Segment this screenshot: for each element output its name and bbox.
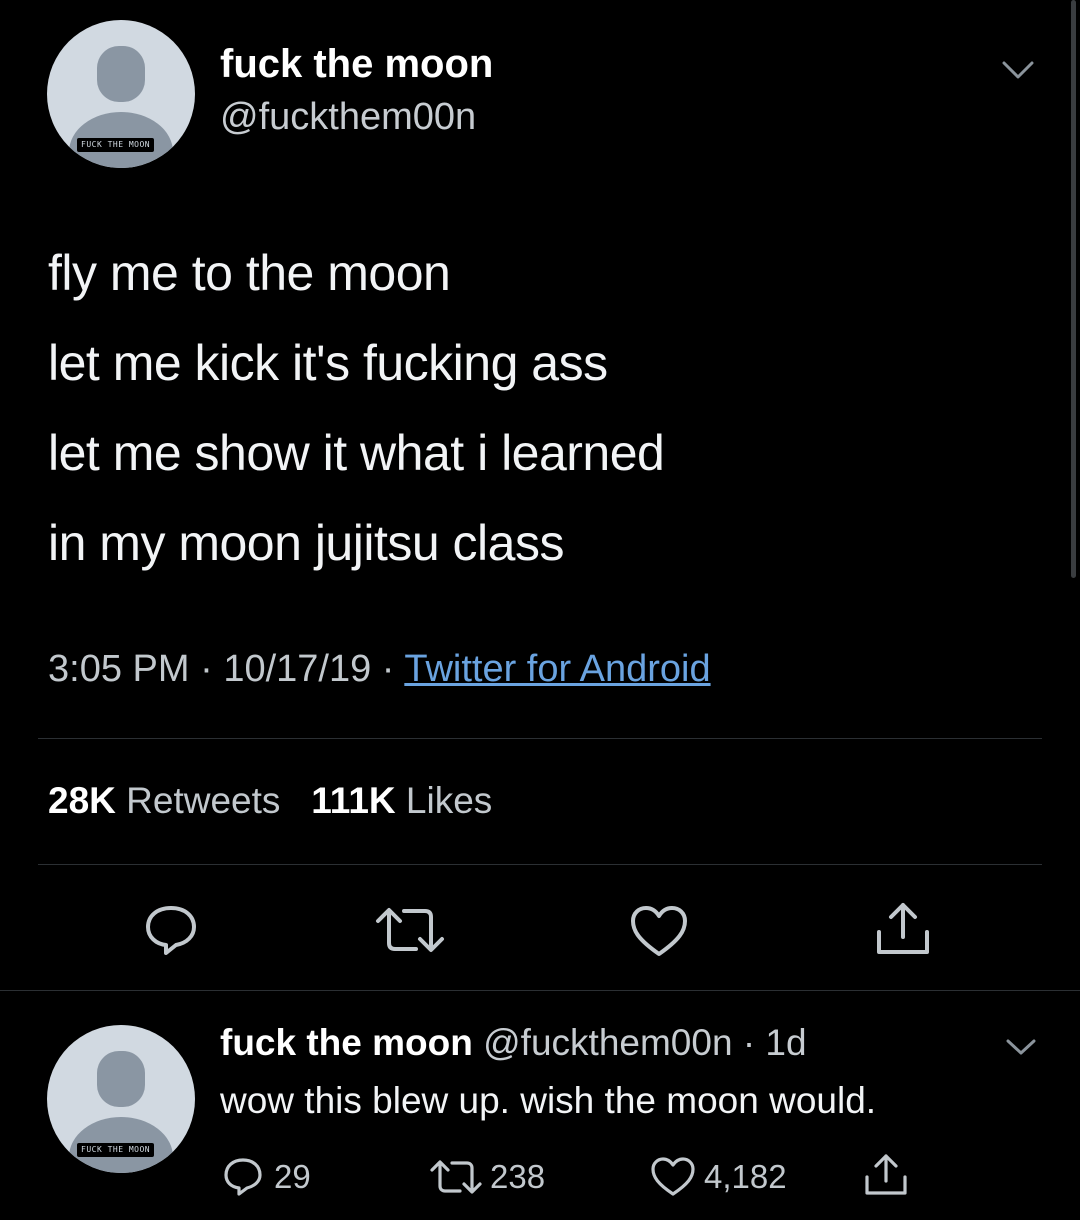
divider bbox=[38, 864, 1042, 865]
reply-author-avatar[interactable]: FUCK THE MOON bbox=[47, 1025, 195, 1173]
author-handle[interactable]: @fuckthem00n bbox=[220, 96, 476, 139]
reply-header: fuck the moon @fuckthem00n · 1d bbox=[220, 1022, 807, 1064]
meta-separator: · bbox=[381, 648, 395, 690]
likes-stat[interactable]: 111K Likes bbox=[311, 780, 492, 821]
tweet-text-line: fly me to the moon bbox=[48, 245, 451, 301]
divider bbox=[0, 990, 1080, 991]
retweet-icon[interactable] bbox=[372, 905, 448, 955]
reply-icon[interactable] bbox=[142, 902, 200, 958]
likes-count: 111K bbox=[311, 780, 396, 821]
tweet-time: 3:05 PM bbox=[48, 648, 190, 690]
reply-text: wow this blew up. wish the moon would. bbox=[220, 1080, 877, 1121]
author-avatar[interactable]: FUCK THE MOON bbox=[47, 20, 195, 168]
tweet-source-link[interactable]: Twitter for Android bbox=[404, 648, 710, 690]
divider bbox=[38, 738, 1042, 739]
retweet-icon[interactable] bbox=[428, 1158, 484, 1196]
reply-icon[interactable] bbox=[222, 1156, 264, 1198]
tweet-text-line: let me kick it's fucking ass bbox=[48, 335, 608, 391]
tweet-text-line: in my moon jujitsu class bbox=[48, 515, 564, 571]
tweet-date: 10/17/19 bbox=[223, 648, 372, 690]
chevron-down-icon[interactable] bbox=[1000, 58, 1036, 82]
scrollbar[interactable] bbox=[1071, 0, 1076, 578]
author-display-name[interactable]: fuck the moon bbox=[220, 42, 493, 87]
retweets-label: Retweets bbox=[126, 780, 281, 821]
heart-icon[interactable] bbox=[629, 904, 689, 958]
tweet-stats: 28K Retweets 111K Likes bbox=[48, 780, 492, 822]
share-icon[interactable] bbox=[862, 1152, 910, 1198]
heart-icon[interactable] bbox=[650, 1156, 696, 1198]
avatar-head bbox=[97, 46, 145, 102]
avatar-label: FUCK THE MOON bbox=[77, 138, 155, 152]
tweet-text-line: let me show it what i learned bbox=[48, 425, 665, 481]
chevron-down-icon[interactable] bbox=[1004, 1036, 1038, 1058]
retweets-count: 28K bbox=[48, 780, 116, 821]
share-icon[interactable] bbox=[872, 900, 934, 958]
reply-display-name[interactable]: fuck the moon bbox=[220, 1022, 473, 1063]
meta-separator: · bbox=[200, 648, 213, 690]
reply-retweets-count: 238 bbox=[490, 1158, 546, 1195]
reply-handle[interactable]: @fuckthem00n bbox=[483, 1022, 732, 1063]
retweets-stat[interactable]: 28K Retweets bbox=[48, 780, 291, 821]
reply-likes-count: 4,182 bbox=[704, 1158, 787, 1195]
reply-replies-count: 29 bbox=[274, 1158, 311, 1195]
avatar-head bbox=[97, 1051, 145, 1107]
avatar-label: FUCK THE MOON bbox=[77, 1143, 155, 1157]
tweet-meta: 3:05 PM · 10/17/19 · Twitter for Android bbox=[48, 648, 711, 691]
likes-label: Likes bbox=[405, 780, 493, 821]
reply-age: · 1d bbox=[742, 1022, 807, 1063]
